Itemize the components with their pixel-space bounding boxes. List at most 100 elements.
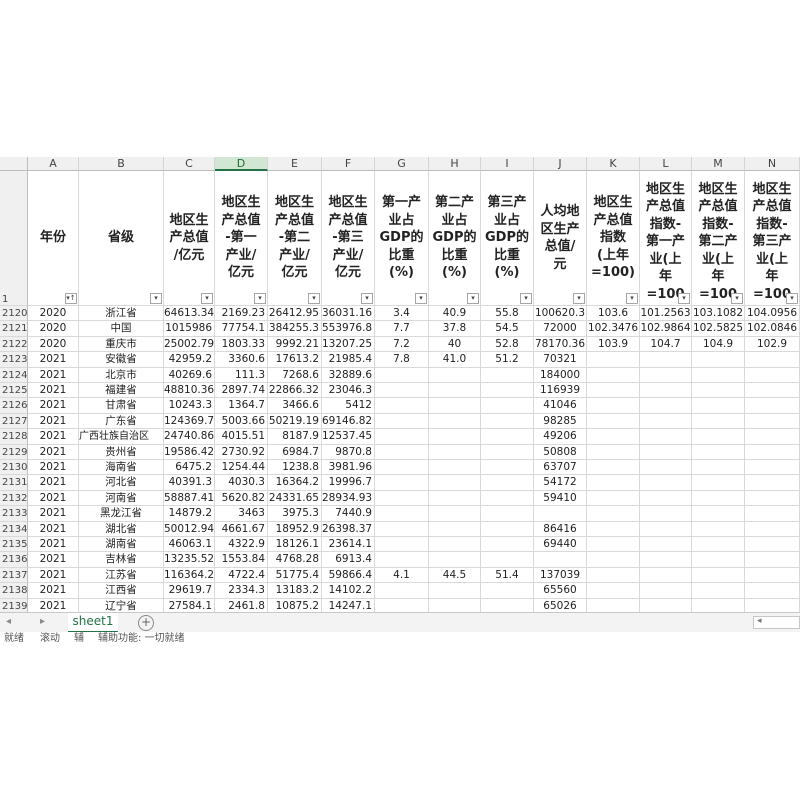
table-cell[interactable] [640,383,692,399]
table-cell[interactable]: 福建省 [79,383,164,399]
table-cell[interactable] [587,567,640,584]
table-cell[interactable]: 50012.94 [164,521,215,537]
filter-dropdown-icon[interactable]: ▾ [308,293,320,304]
table-cell[interactable]: 2021 [28,429,79,445]
table-cell[interactable]: 102.3476 [587,321,640,337]
column-header-j[interactable]: J [534,157,587,171]
row-header[interactable]: 2122 [0,336,28,353]
table-cell[interactable] [375,490,429,507]
table-cell[interactable]: 25002.79 [164,336,215,353]
table-cell[interactable]: 124369.7 [164,413,215,430]
table-cell[interactable]: 78170.36 [534,336,587,353]
filter-dropdown-icon[interactable]: ▾ [678,293,690,304]
horizontal-scrollbar[interactable]: ◂ [753,616,800,629]
table-cell[interactable] [375,537,429,553]
table-cell[interactable]: 55.8 [481,306,534,322]
table-cell[interactable] [692,521,745,537]
table-cell[interactable] [429,444,481,460]
table-cell[interactable]: 14879.2 [164,506,215,522]
table-cell[interactable]: 69440 [534,537,587,553]
header-cell-c[interactable]: 地区生 产总值 /亿元 [164,171,215,306]
table-cell[interactable] [692,429,745,445]
table-cell[interactable]: 18126.1 [268,537,322,553]
table-cell[interactable]: 2021 [28,521,79,537]
table-cell[interactable] [692,475,745,491]
table-cell[interactable]: 63707 [534,460,587,476]
table-cell[interactable] [587,413,640,430]
table-cell[interactable]: 40.9 [429,306,481,322]
table-cell[interactable]: 2334.3 [215,583,268,599]
column-header-g[interactable]: G [375,157,429,171]
table-cell[interactable]: 2169.23 [215,306,268,322]
header-cell-h[interactable]: 第二产 业占 GDP的 比重 (%) [429,171,481,306]
header-cell-d[interactable]: 地区生 产总值 -第一 产业/ 亿元 [215,171,268,306]
table-cell[interactable] [745,490,800,507]
table-cell[interactable]: 江西省 [79,583,164,599]
column-header-n[interactable]: N [745,157,800,171]
table-cell[interactable] [745,475,800,491]
table-cell[interactable] [481,583,534,599]
table-cell[interactable]: 553976.8 [322,321,375,337]
table-cell[interactable]: 51.2 [481,352,534,368]
table-cell[interactable] [745,367,800,383]
table-cell[interactable] [640,490,692,507]
table-cell[interactable] [692,490,745,507]
table-cell[interactable]: 贵州省 [79,444,164,460]
table-cell[interactable]: 辽宁省 [79,598,164,612]
table-cell[interactable] [587,352,640,368]
select-all-corner[interactable] [0,157,28,171]
row-header[interactable]: 2136 [0,552,28,568]
table-cell[interactable] [745,552,800,568]
table-cell[interactable]: 6984.7 [268,444,322,460]
column-header-f[interactable]: F [322,157,375,171]
filter-dropdown-icon[interactable]: ▾ [731,293,743,304]
table-cell[interactable]: 7.8 [375,352,429,368]
table-cell[interactable]: 46063.1 [164,537,215,553]
table-cell[interactable] [640,460,692,476]
table-cell[interactable]: 河南省 [79,490,164,507]
table-cell[interactable]: 4661.67 [215,521,268,537]
table-cell[interactable] [375,521,429,537]
header-cell-l[interactable]: 地区生 产总值 指数- 第一产 业(上 年 =100 [640,171,692,306]
table-cell[interactable]: 44.5 [429,567,481,584]
row-header[interactable]: 2139 [0,598,28,612]
table-cell[interactable]: 8187.9 [268,429,322,445]
table-cell[interactable]: 21985.4 [322,352,375,368]
header-cell-a[interactable]: 年份 [28,171,79,306]
table-cell[interactable]: 河北省 [79,475,164,491]
table-cell[interactable] [429,413,481,430]
table-cell[interactable]: 海南省 [79,460,164,476]
table-cell[interactable]: 9870.8 [322,444,375,460]
table-cell[interactable]: 48810.36 [164,383,215,399]
table-cell[interactable] [375,398,429,414]
prev-sheet-arrow-icon[interactable]: ◂ [6,616,11,627]
row-header[interactable]: 2135 [0,537,28,553]
table-cell[interactable] [481,490,534,507]
table-cell[interactable] [692,552,745,568]
table-cell[interactable] [745,398,800,414]
table-cell[interactable] [375,583,429,599]
table-cell[interactable] [481,537,534,553]
table-cell[interactable] [692,506,745,522]
table-cell[interactable]: 7.2 [375,336,429,353]
table-cell[interactable]: 54172 [534,475,587,491]
status-accessibility[interactable]: 辅助功能: 一切就绪 [98,632,185,642]
table-cell[interactable]: 北京市 [79,367,164,383]
column-header-k[interactable]: K [587,157,640,171]
add-sheet-icon[interactable]: + [138,615,154,631]
table-cell[interactable] [481,521,534,537]
table-cell[interactable]: 72000 [534,321,587,337]
table-cell[interactable]: 2730.92 [215,444,268,460]
table-cell[interactable]: 104.0956 [745,306,800,322]
table-cell[interactable] [429,521,481,537]
table-cell[interactable]: 17613.2 [268,352,322,368]
table-cell[interactable]: 29619.7 [164,583,215,599]
table-cell[interactable] [481,367,534,383]
row-header[interactable]: 2128 [0,429,28,445]
table-cell[interactable] [481,460,534,476]
table-cell[interactable] [587,429,640,445]
table-cell[interactable] [375,444,429,460]
table-cell[interactable]: 18952.9 [268,521,322,537]
table-cell[interactable]: 19996.7 [322,475,375,491]
table-cell[interactable] [745,460,800,476]
